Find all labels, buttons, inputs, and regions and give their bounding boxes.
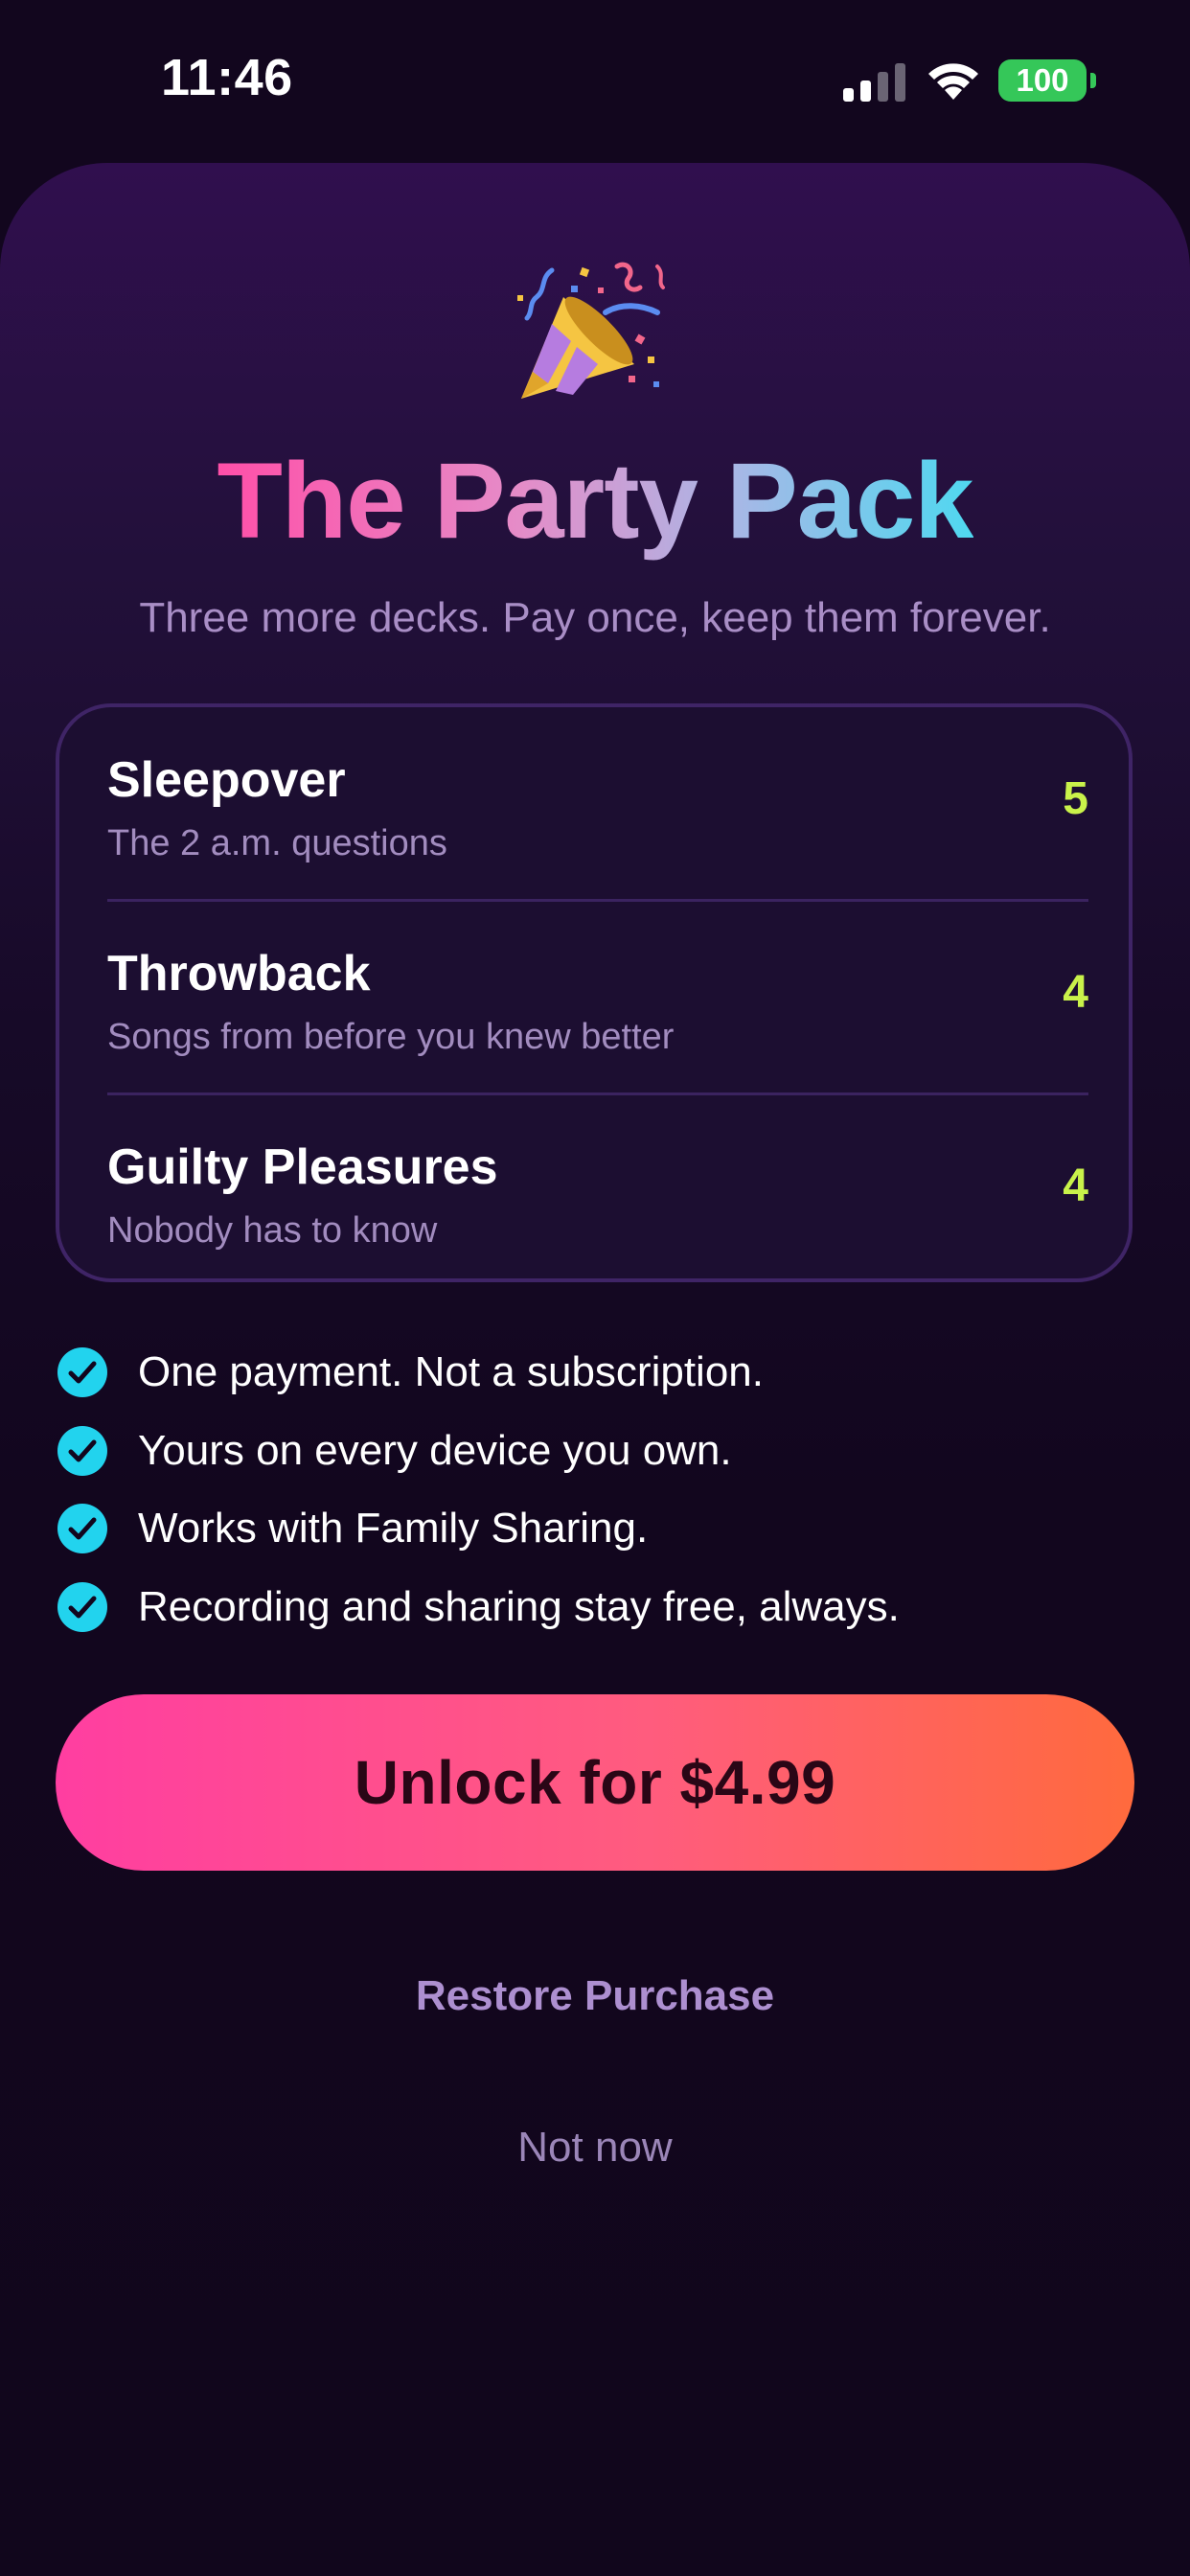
deck-description: The 2 a.m. questions: [107, 823, 447, 863]
not-now-link[interactable]: Not now: [0, 2120, 1190, 2175]
title-text: The Party Pack: [217, 441, 973, 561]
restore-purchase-link[interactable]: Restore Purchase: [0, 1968, 1190, 2024]
deck-name: Sleepover: [107, 752, 346, 808]
deck-row-throwback: Throwback Songs from before you knew bet…: [107, 901, 1088, 1092]
feature-item: Yours on every device you own.: [57, 1420, 1131, 1482]
status-bar: 11:46 100: [0, 0, 1190, 161]
unlock-button[interactable]: Unlock for $4.99: [56, 1694, 1134, 1871]
battery-level: 100: [1016, 62, 1069, 98]
battery-nub: [1090, 73, 1096, 88]
feature-item: Works with Family Sharing.: [57, 1498, 1131, 1559]
checkmark-icon: [57, 1504, 107, 1553]
deck-description: Songs from before you knew better: [107, 1017, 675, 1057]
deck-count: 5: [1063, 773, 1088, 824]
deck-description: Nobody has to know: [107, 1210, 438, 1251]
deck-name: Guilty Pleasures: [107, 1139, 498, 1195]
status-time: 11:46: [161, 49, 293, 106]
signal-icon: [843, 63, 905, 102]
deck-count: 4: [1063, 1161, 1088, 1211]
deck-list: Sleepover The 2 a.m. questions 5 Throwba…: [56, 703, 1133, 1282]
deck-name: Throwback: [107, 946, 371, 1001]
checkmark-icon: [57, 1582, 107, 1632]
page-subtitle: Three more decks. Pay once, keep them fo…: [139, 594, 1051, 641]
deck-row-guilty-pleasures: Guilty Pleasures Nobody has to know 4: [107, 1094, 1088, 1286]
party-popper-icon: [517, 262, 665, 399]
feature-text: Recording and sharing stay free, always.: [138, 1583, 900, 1630]
battery-icon: 100: [998, 59, 1087, 102]
feature-text: Works with Family Sharing.: [138, 1505, 649, 1552]
feature-text: One payment. Not a subscription.: [138, 1348, 764, 1395]
deck-row-sleepover: Sleepover The 2 a.m. questions 5: [107, 707, 1088, 899]
checkmark-icon: [57, 1347, 107, 1397]
wifi-icon: [928, 63, 978, 100]
feature-text: Yours on every device you own.: [138, 1427, 732, 1474]
feature-item: Recording and sharing stay free, always.: [57, 1576, 1131, 1638]
feature-item: One payment. Not a subscription.: [57, 1342, 1131, 1403]
page-title: The Party Pack: [0, 439, 1190, 564]
checkmark-icon: [57, 1426, 107, 1476]
deck-count: 4: [1063, 967, 1088, 1018]
